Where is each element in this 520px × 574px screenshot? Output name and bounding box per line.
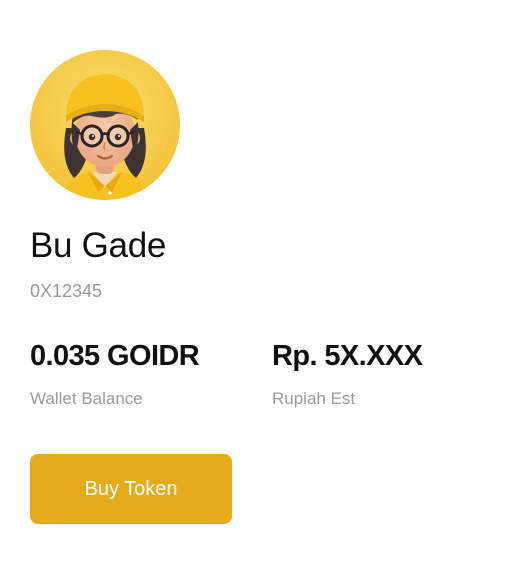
rupiah-estimate-stat: Rp. 5X.XXX Rupiah Est bbox=[272, 340, 423, 409]
wallet-balance-value: 0.035 GOIDR bbox=[30, 340, 200, 372]
buy-token-button[interactable]: Buy Token bbox=[30, 454, 232, 524]
user-name: Bu Gade bbox=[30, 226, 167, 265]
wallet-address: 0X12345 bbox=[30, 281, 103, 301]
wallet-balance-stat: 0.035 GOIDR Wallet Balance bbox=[30, 340, 200, 409]
wallet-balance-label: Wallet Balance bbox=[30, 389, 143, 408]
avatar bbox=[30, 50, 180, 200]
rupiah-estimate-label: Rupiah Est bbox=[272, 389, 356, 408]
profile-card: Bu Gade 0X12345 0.035 GOIDR Wallet Balan… bbox=[0, 0, 520, 574]
user-avatar-icon bbox=[30, 50, 180, 200]
rupiah-estimate-value: Rp. 5X.XXX bbox=[272, 340, 423, 372]
